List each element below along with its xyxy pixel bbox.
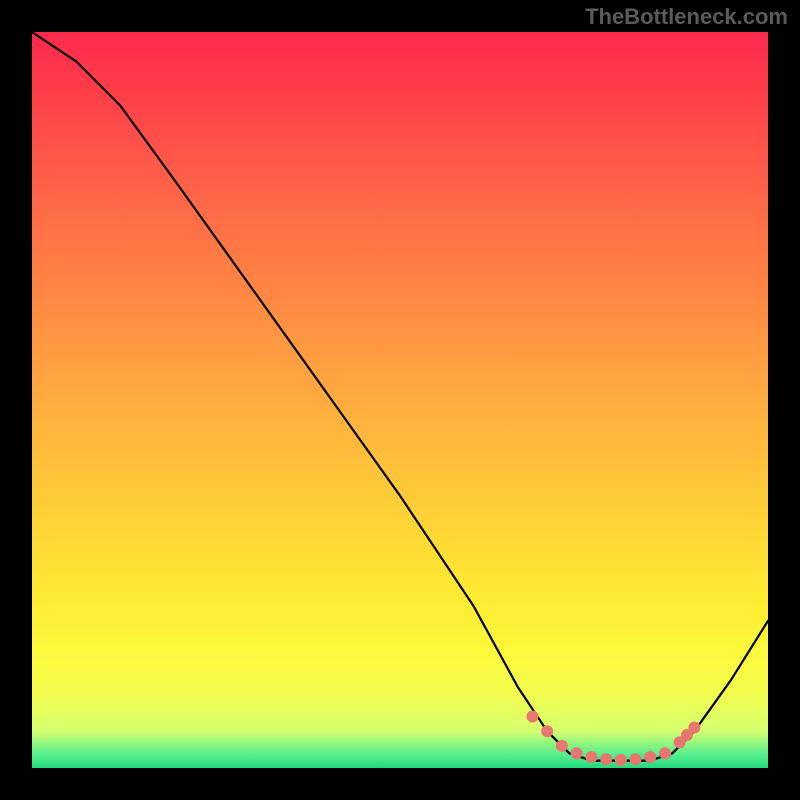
highlight-dot-group [527, 711, 701, 766]
watermark-text: TheBottleneck.com [585, 4, 788, 30]
highlight-dot [659, 747, 671, 759]
bottleneck-curve [32, 32, 768, 761]
highlight-dot [556, 740, 568, 752]
highlight-dot [527, 711, 539, 723]
highlight-dot [688, 722, 700, 734]
plot-area [32, 32, 768, 768]
highlight-dot [571, 747, 583, 759]
curve-svg [32, 32, 768, 768]
chart-container: TheBottleneck.com [0, 0, 800, 800]
highlight-dot [541, 725, 553, 737]
highlight-dot [615, 754, 627, 766]
highlight-dot [630, 753, 642, 765]
highlight-dot [644, 751, 656, 763]
highlight-dot [585, 751, 597, 763]
highlight-dot [600, 753, 612, 765]
